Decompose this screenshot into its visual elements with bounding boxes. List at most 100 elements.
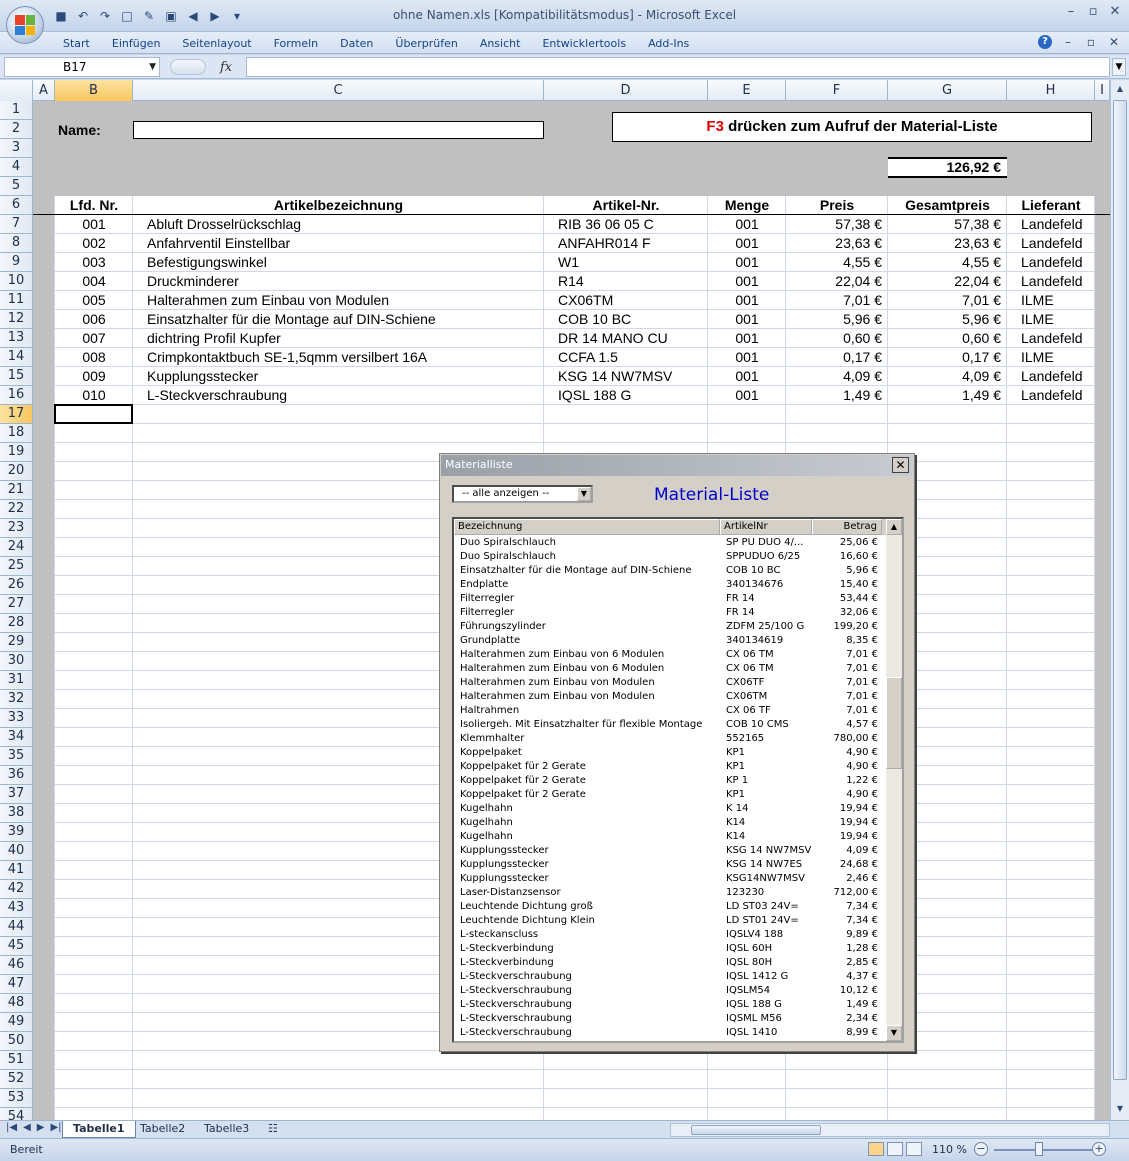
- active-cell-b17[interactable]: [54, 404, 133, 424]
- list-item[interactable]: Filterregler FR 14 32,06 €: [454, 606, 890, 620]
- row-header[interactable]: 34: [0, 728, 33, 747]
- formula-input[interactable]: [246, 57, 1110, 77]
- ribbon-tab-0[interactable]: Start: [56, 35, 105, 53]
- vertical-scrollbar[interactable]: ▲ ▼: [1110, 80, 1129, 1120]
- list-item[interactable]: L-Steckverschraubung IQSLM54 10,12 €: [454, 984, 890, 998]
- select-all-corner[interactable]: [0, 80, 33, 101]
- list-item[interactable]: Klemmhalter 552165 780,00 €: [454, 732, 890, 746]
- row-header[interactable]: 8: [0, 234, 33, 253]
- column-header-i[interactable]: I: [1095, 80, 1110, 101]
- list-header-artikelnr[interactable]: ArtikelNr: [720, 519, 812, 535]
- office-button[interactable]: [6, 6, 44, 44]
- row-header[interactable]: 41: [0, 861, 33, 880]
- list-item[interactable]: Haltrahmen CX 06 TF 7,01 €: [454, 704, 890, 718]
- row-header[interactable]: 51: [0, 1051, 33, 1070]
- ribbon-tab-7[interactable]: Entwicklertools: [535, 35, 641, 53]
- row-header[interactable]: 2: [0, 120, 33, 139]
- row-header[interactable]: 33: [0, 709, 33, 728]
- list-header-betrag[interactable]: Betrag: [812, 519, 882, 535]
- row-header[interactable]: 17: [0, 405, 33, 424]
- row-header[interactable]: 7: [0, 215, 33, 234]
- row-header[interactable]: 30: [0, 652, 33, 671]
- row-header[interactable]: 39: [0, 823, 33, 842]
- list-item[interactable]: L-Steckverschraubung IQSML M56 2,34 €: [454, 1012, 890, 1026]
- list-item[interactable]: Einsatzhalter für die Montage auf DIN-Sc…: [454, 564, 890, 578]
- row-header[interactable]: 23: [0, 519, 33, 538]
- page-break-view-icon[interactable]: [906, 1142, 922, 1156]
- list-item[interactable]: Endplatte 340134676 15,40 €: [454, 578, 890, 592]
- row-header[interactable]: 4: [0, 158, 33, 177]
- column-header-b[interactable]: B: [55, 80, 133, 101]
- ribbon-close-button[interactable]: ✕: [1107, 34, 1121, 50]
- help-icon[interactable]: ?: [1038, 35, 1052, 49]
- row-header[interactable]: 1: [0, 101, 33, 120]
- list-item[interactable]: Koppelpaket für 2 Gerate KP1 4,90 €: [454, 788, 890, 802]
- dialog-close-button[interactable]: ✕: [892, 457, 909, 473]
- list-scroll-up-icon[interactable]: ▲: [886, 519, 902, 535]
- ribbon-restore-button[interactable]: ▫: [1084, 34, 1098, 50]
- chevron-down-icon[interactable]: ▼: [149, 58, 156, 76]
- list-item[interactable]: Laser-Distanzsensor 123230 712,00 €: [454, 886, 890, 900]
- normal-view-icon[interactable]: [868, 1142, 884, 1156]
- row-header[interactable]: 53: [0, 1089, 33, 1108]
- list-item[interactable]: Halterahmen zum Einbau von Modulen CX06TF…: [454, 676, 890, 690]
- sheet-tab-tabelle2[interactable]: Tabelle2: [130, 1121, 195, 1138]
- row-header[interactable]: 21: [0, 481, 33, 500]
- ribbon-tab-4[interactable]: Daten: [333, 35, 388, 53]
- column-header-h[interactable]: H: [1007, 80, 1095, 101]
- zoom-level[interactable]: 110 %: [932, 1143, 967, 1156]
- zoom-slider-track[interactable]: [994, 1149, 1092, 1151]
- row-header[interactable]: 44: [0, 918, 33, 937]
- row-header[interactable]: 32: [0, 690, 33, 709]
- row-header[interactable]: 46: [0, 956, 33, 975]
- row-header[interactable]: 47: [0, 975, 33, 994]
- list-item[interactable]: Kupplungsstecker KSG14NW7MSV 2,46 €: [454, 872, 890, 886]
- next-sheet-icon[interactable]: ▶: [37, 1122, 45, 1133]
- row-header[interactable]: 18: [0, 424, 33, 443]
- vertical-scroll-thumb[interactable]: [1113, 100, 1127, 1080]
- row-header[interactable]: 43: [0, 899, 33, 918]
- list-header-bezeichnung[interactable]: Bezeichnung: [454, 519, 720, 535]
- list-item[interactable]: Koppelpaket für 2 Gerate KP1 4,90 €: [454, 760, 890, 774]
- row-header[interactable]: 31: [0, 671, 33, 690]
- row-header[interactable]: 52: [0, 1070, 33, 1089]
- zoom-out-icon[interactable]: −: [974, 1142, 988, 1156]
- column-header-a[interactable]: A: [33, 80, 55, 101]
- column-header-e[interactable]: E: [708, 80, 786, 101]
- list-scrollbar[interactable]: ▲ ▼: [886, 519, 902, 1041]
- list-item[interactable]: Führungszylinder ZDFM 25/100 G 199,20 €: [454, 620, 890, 634]
- list-item[interactable]: Halterahmen zum Einbau von Modulen CX06TM…: [454, 690, 890, 704]
- row-header[interactable]: 10: [0, 272, 33, 291]
- column-header-g[interactable]: G: [888, 80, 1007, 101]
- list-item[interactable]: Duo Spiralschlauch SPPUDUO 6/25 16,60 €: [454, 550, 890, 564]
- expand-formula-bar-icon[interactable]: ▼: [1112, 58, 1126, 76]
- row-header[interactable]: 22: [0, 500, 33, 519]
- column-header-f[interactable]: F: [786, 80, 888, 101]
- sheet-tab-tabelle3[interactable]: Tabelle3: [194, 1121, 259, 1138]
- row-header[interactable]: 25: [0, 557, 33, 576]
- row-header[interactable]: 11: [0, 291, 33, 310]
- row-header[interactable]: 29: [0, 633, 33, 652]
- close-button[interactable]: ✕: [1107, 4, 1123, 20]
- row-header[interactable]: 42: [0, 880, 33, 899]
- row-header[interactable]: 28: [0, 614, 33, 633]
- zoom-in-icon[interactable]: +: [1092, 1142, 1106, 1156]
- prev-sheet-icon[interactable]: ◀: [23, 1122, 31, 1133]
- ribbon-tab-8[interactable]: Add-Ins: [641, 35, 704, 53]
- list-item[interactable]: Halterahmen zum Einbau von 6 Modulen CX 0…: [454, 662, 890, 676]
- horizontal-scrollbar[interactable]: [670, 1123, 1110, 1137]
- last-sheet-icon[interactable]: ▶|: [50, 1122, 61, 1133]
- scroll-down-icon[interactable]: ▼: [1113, 1102, 1127, 1116]
- scroll-up-icon[interactable]: ▲: [1113, 82, 1127, 96]
- list-item[interactable]: Kugelhahn K14 19,94 €: [454, 830, 890, 844]
- ribbon-tab-2[interactable]: Seitenlayout: [175, 35, 266, 53]
- list-item[interactable]: L-Steckverbindung IQSL 80H 2,85 €: [454, 956, 890, 970]
- row-header[interactable]: 37: [0, 785, 33, 804]
- row-header[interactable]: 12: [0, 310, 33, 329]
- list-item[interactable]: Koppelpaket für 2 Gerate KP 1 1,22 €: [454, 774, 890, 788]
- row-header[interactable]: 19: [0, 443, 33, 462]
- minimize-button[interactable]: –: [1063, 4, 1079, 20]
- list-item[interactable]: Isoliergeh. Mit Einsatzhalter für flexib…: [454, 718, 890, 732]
- row-header[interactable]: 15: [0, 367, 33, 386]
- list-item[interactable]: L-Steckverschraubung IQSL 1412 G 4,37 €: [454, 970, 890, 984]
